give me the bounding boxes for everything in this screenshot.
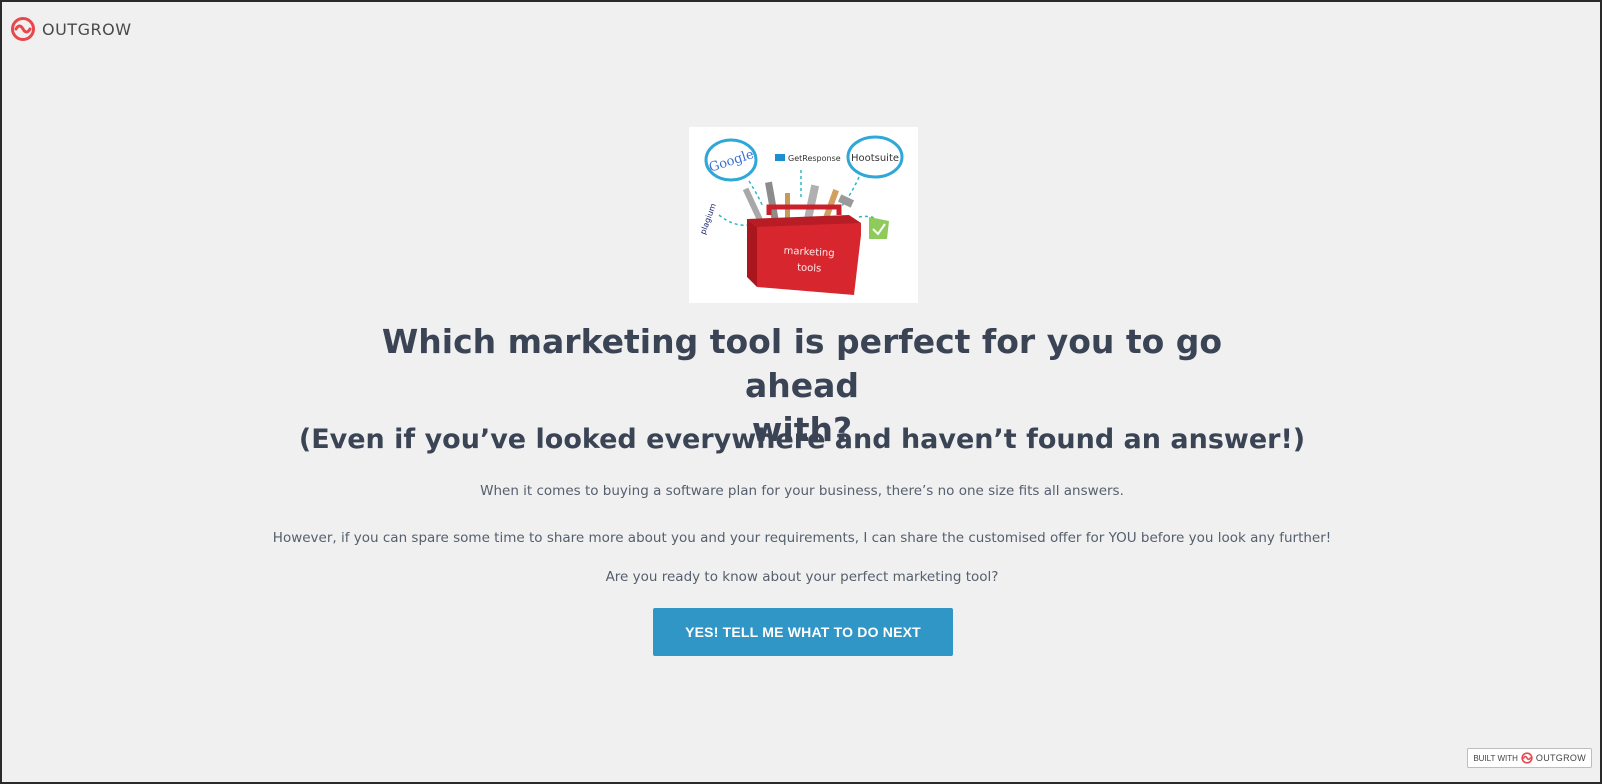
- page-frame: OUTGROW Google GetResponse Hootsuite pla…: [0, 0, 1602, 784]
- outgrow-logo-icon: [11, 17, 35, 41]
- built-with-label: BUILT WITH: [1473, 753, 1518, 763]
- start-quiz-button[interactable]: YES! TELL ME WHAT TO DO NEXT: [653, 608, 953, 656]
- toolbox-illustration: Google GetResponse Hootsuite plagium mar…: [698, 135, 904, 295]
- google-logo-text: Google: [707, 147, 756, 176]
- outgrow-badge-icon: [1521, 752, 1533, 764]
- outgrow-logo[interactable]: OUTGROW: [10, 16, 132, 42]
- plagium-logo-text: plagium: [698, 202, 718, 236]
- hootsuite-logo-text: Hootsuite: [851, 153, 899, 164]
- built-with-outgrow-badge[interactable]: BUILT WITH OUTGROW: [1467, 748, 1592, 768]
- toolbox-label-line2: tools: [797, 262, 822, 274]
- question-paragraph: Are you ready to know about your perfect…: [605, 569, 999, 585]
- headline-line-1: Which marketing tool is perfect for you …: [381, 322, 1223, 405]
- offer-paragraph: However, if you can spare some time to s…: [272, 530, 1332, 546]
- outgrow-logo-text: OUTGROW: [42, 19, 132, 39]
- getresponse-logo-text: GetResponse: [788, 154, 841, 163]
- page-subheadline: (Even if you’ve looked everywhere and ha…: [298, 424, 1306, 455]
- intro-paragraph: When it comes to buying a software plan …: [480, 483, 1124, 499]
- marketing-tools-image: Google GetResponse Hootsuite plagium mar…: [689, 127, 918, 303]
- built-with-brand: OUTGROW: [1535, 753, 1586, 763]
